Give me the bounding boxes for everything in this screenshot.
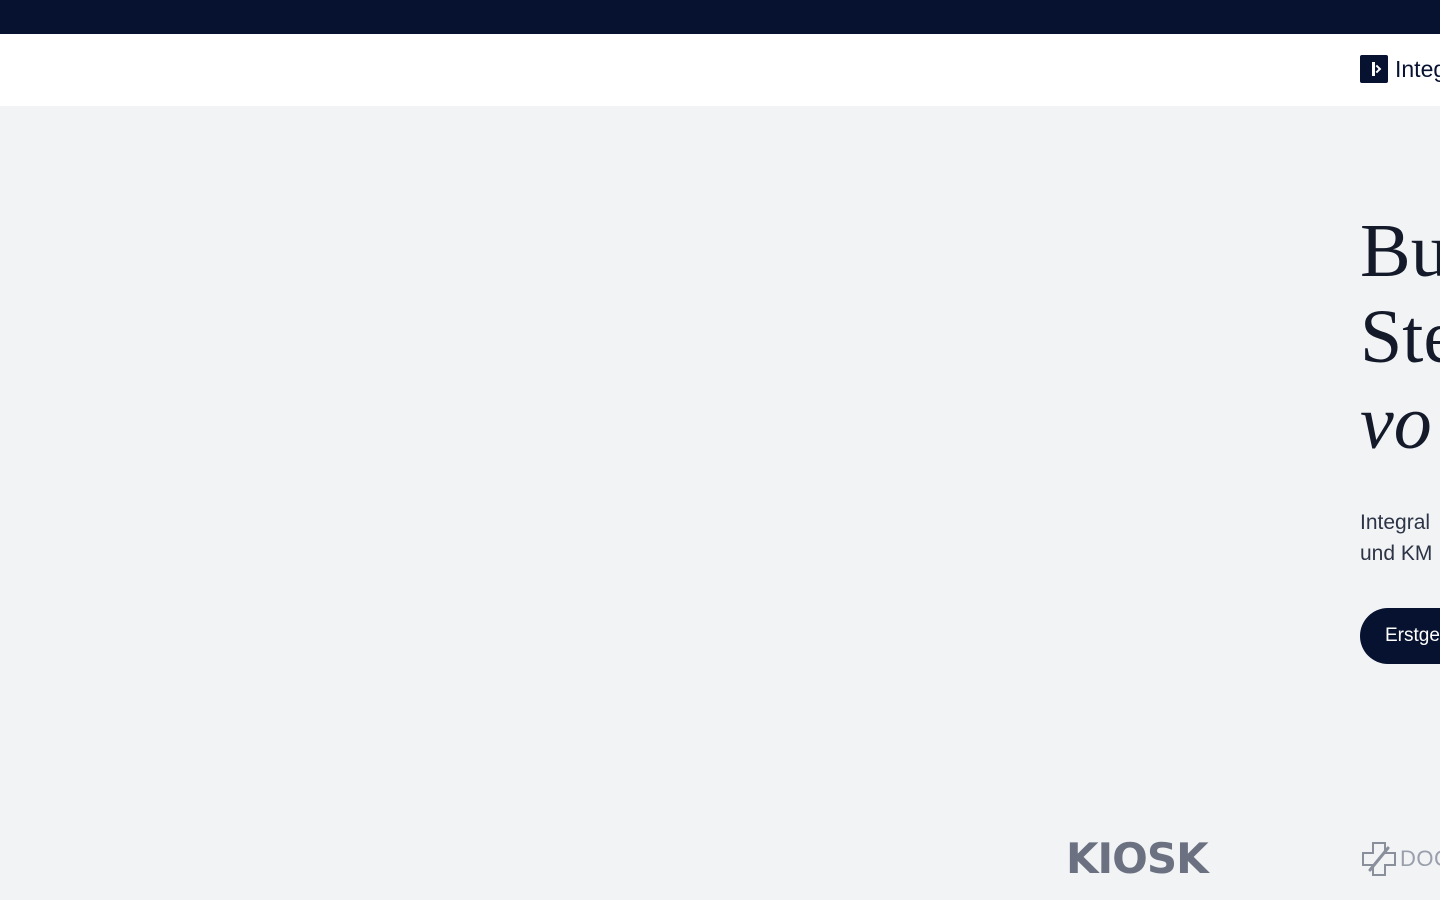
client-logo-doc: DOC	[1360, 840, 1440, 878]
hero-subtitle: Integral und KM	[1360, 507, 1432, 569]
hero-subtitle-line-2: und KM	[1360, 542, 1433, 565]
hero-subtitle-line-1: Integral	[1360, 511, 1431, 534]
client-logo-doc-text: DOC	[1400, 846, 1440, 871]
hero-title-line-2: Ste	[1360, 295, 1440, 379]
hero-title-line-3: vo	[1360, 381, 1432, 465]
brand-logo-icon	[1360, 55, 1388, 83]
page: Integ Bu Ste vo Integral und KM Erstge K…	[0, 0, 1440, 900]
cta-button[interactable]: Erstge	[1360, 608, 1440, 664]
hero-title-line-1: Bu	[1360, 209, 1440, 293]
brand-name: Integ	[1395, 55, 1440, 82]
brand-logo-link[interactable]: Integ	[1360, 55, 1440, 83]
client-logo-kiosk: KIOSK	[1066, 834, 1209, 883]
hero-title: Bu Ste vo	[1360, 208, 1440, 466]
site-header: Integ	[0, 34, 1440, 106]
medical-cross-icon	[1362, 842, 1396, 876]
top-announcement-bar	[0, 0, 1440, 34]
